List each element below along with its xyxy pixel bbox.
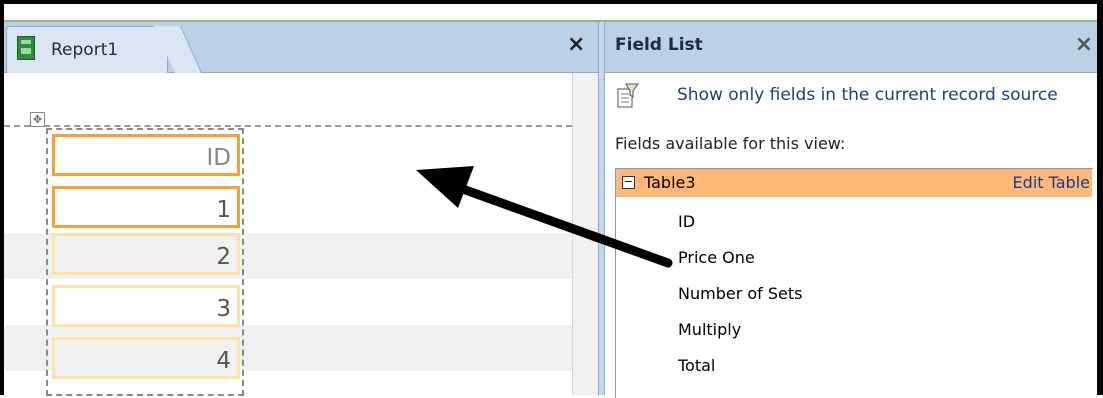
tab-report1-label: Report1 [51, 40, 119, 60]
collapse-toggle-icon[interactable]: − [622, 176, 635, 189]
column-header-id[interactable]: ID [52, 134, 240, 176]
section-boundary [4, 125, 572, 127]
field-tree: − Table3 Edit Table ID Price One Number … [615, 168, 1093, 398]
edit-table-link[interactable]: Edit Table [1013, 173, 1090, 192]
report-icon [17, 36, 35, 60]
move-handle-icon[interactable]: ✥ [30, 112, 45, 127]
field-list-header: Field List × [605, 22, 1097, 73]
field-item-multiply[interactable]: Multiply [678, 320, 741, 339]
field-item-price-one[interactable]: Price One [678, 248, 755, 267]
pane-splitter[interactable] [598, 22, 605, 395]
field-list-pane: Field List × Show only fields in the cur… [605, 22, 1097, 398]
table-cell-row-2[interactable]: 2 [52, 233, 240, 275]
field-item-number-of-sets[interactable]: Number of Sets [678, 284, 802, 303]
tab-report1[interactable]: Report1 [6, 26, 168, 73]
field-list-title: Field List [615, 35, 703, 55]
field-item-id[interactable]: ID [678, 212, 695, 231]
table-cell-row-1[interactable]: 1 [52, 186, 240, 228]
document-tab-strip: Report1 × [4, 22, 598, 73]
table-cell-row-3[interactable]: 3 [52, 285, 240, 327]
vertical-scrollbar[interactable] [572, 73, 599, 395]
show-only-fields-link[interactable]: Show only fields in the current record s… [677, 85, 1058, 105]
fields-available-label: Fields available for this view: [615, 134, 846, 153]
close-field-list-button[interactable]: × [1075, 32, 1093, 57]
table-cell-row-4[interactable]: 4 [52, 337, 240, 379]
filter-row[interactable]: Show only fields in the current record s… [605, 73, 1097, 117]
field-item-total[interactable]: Total [678, 356, 715, 375]
table-node-table3[interactable]: − Table3 Edit Table [616, 169, 1092, 197]
table-name: Table3 [644, 173, 696, 192]
report-pane: Report1 × ✥ ID 1 2 3 4 [4, 22, 599, 396]
filter-icon [617, 83, 639, 108]
close-report-button[interactable]: × [567, 32, 585, 57]
